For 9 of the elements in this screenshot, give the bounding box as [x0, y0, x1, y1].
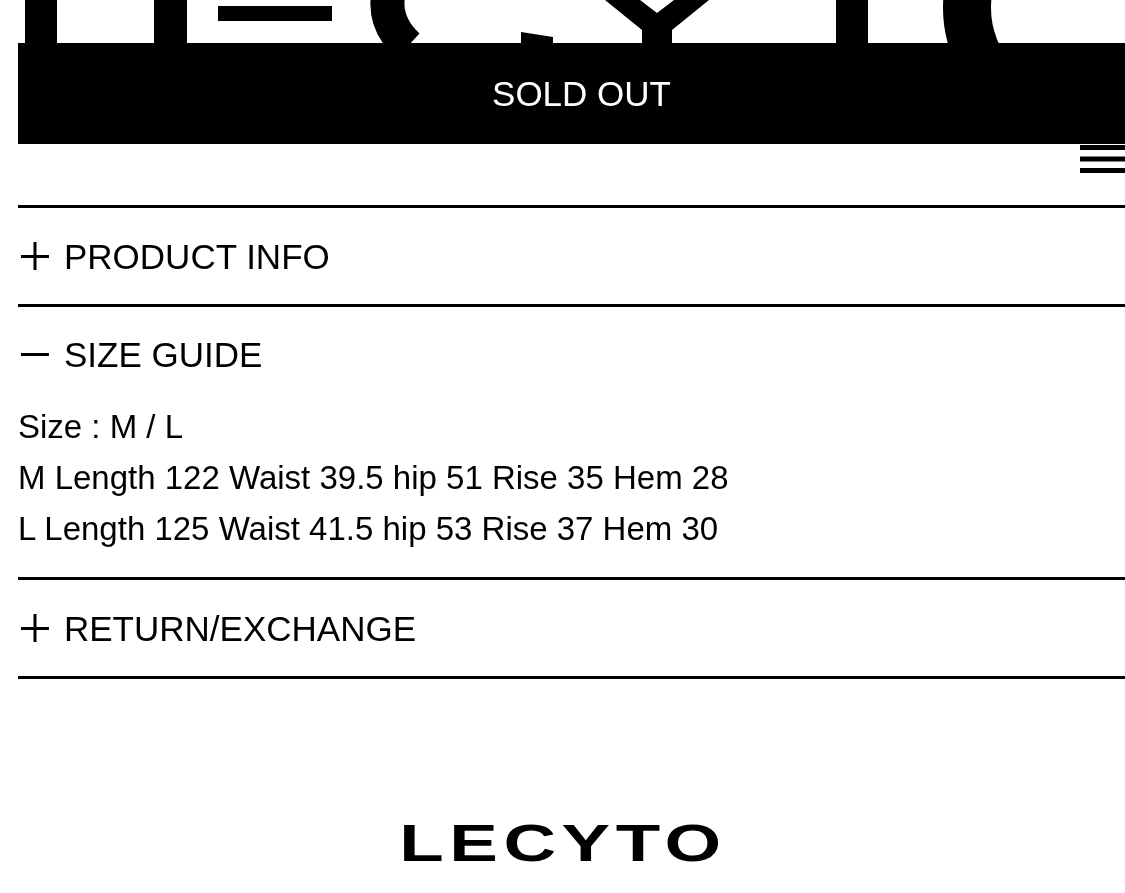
size-guide-line: L Length 125 Waist 41.5 hip 53 Rise 37 Hem 30	[18, 509, 719, 549]
menu-icon[interactable]	[1080, 145, 1125, 173]
size-guide-line: M Length 122 Waist 39.5 hip 51 Rise 35 Hem 28	[18, 458, 729, 498]
accordion-header[interactable]: SIZE GUIDE	[18, 307, 1125, 401]
brand-logo: LECYTO	[398, 817, 727, 869]
sold-out-button[interactable]: SOLD OUT	[18, 43, 1125, 144]
size-guide-line: Size : M / L	[18, 407, 184, 447]
accordion-header[interactable]: RETURN/EXCHANGE	[18, 580, 1125, 676]
accordion-header[interactable]: PRODUCT INFO	[18, 208, 1125, 304]
